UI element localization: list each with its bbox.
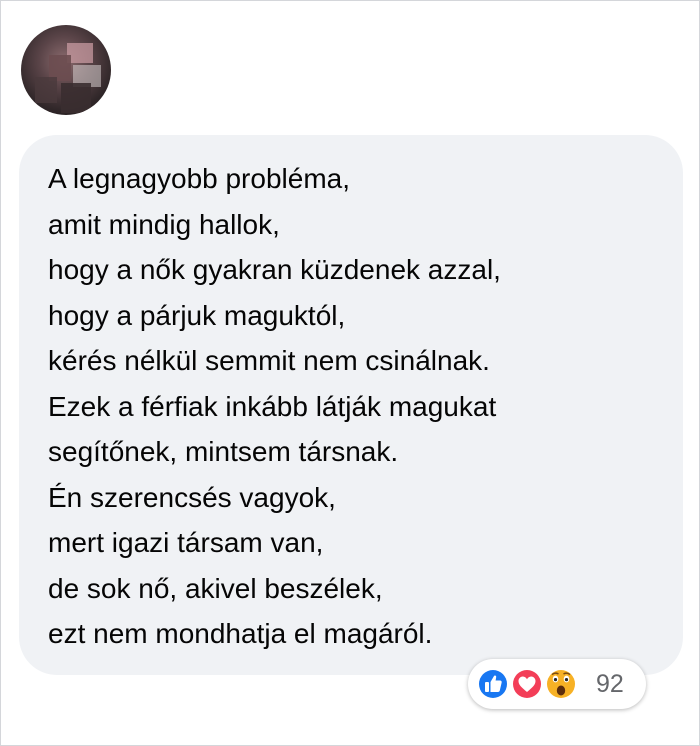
- comment-card: A legnagyobb probléma, amit mindig hallo…: [0, 0, 700, 746]
- love-icon: [511, 668, 543, 700]
- comment-line: A legnagyobb probléma,: [48, 163, 350, 194]
- comment-line: hogy a párjuk maguktól,: [48, 299, 346, 331]
- comment-line: hogy a nők gyakran küzdenek azzal,: [48, 254, 501, 285]
- avatar[interactable]: [21, 25, 111, 115]
- wow-icon: [545, 668, 577, 700]
- comment-line: Én szerencsés vagyok,: [48, 481, 336, 513]
- reaction-summary[interactable]: 92: [468, 659, 646, 709]
- comment-line: de sok nő, akivel beszélek,: [48, 572, 383, 604]
- reaction-count: 92: [596, 670, 624, 698]
- comment-line: segítőnek, mintsem társnak.: [48, 436, 399, 467]
- like-icon: [477, 668, 509, 700]
- comment-line: kérés nélkül semmit nem csinálnak.: [48, 345, 490, 376]
- comment-line: amit mindig hallok,: [48, 208, 280, 240]
- comment-line: ezt nem mondhatja el magáról.: [48, 618, 433, 649]
- comment-text: A legnagyobb probléma, amit mindig hallo…: [48, 156, 501, 657]
- comment-line: Ezek a férfiak inkább látják magukat: [48, 390, 497, 422]
- comment-line: mert igazi társam van,: [48, 527, 324, 558]
